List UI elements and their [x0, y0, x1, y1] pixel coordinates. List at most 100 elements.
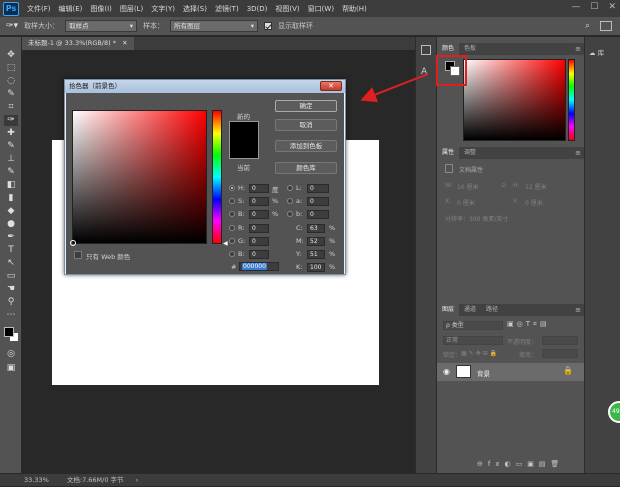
- hue-slider[interactable]: [212, 110, 222, 244]
- stamp-icon[interactable]: ⊥: [4, 154, 18, 165]
- history-brush-icon[interactable]: ✎: [4, 167, 18, 178]
- m-input[interactable]: 52: [307, 237, 325, 246]
- add-to-swatches-button[interactable]: 添加到色板: [275, 140, 337, 152]
- brush-icon[interactable]: ✎: [4, 141, 18, 152]
- color-panel-hue-slider[interactable]: [568, 59, 575, 141]
- more-icon[interactable]: ⋯: [4, 310, 18, 321]
- type-icon[interactable]: T: [4, 245, 18, 256]
- lab-b-input[interactable]: 0: [307, 210, 329, 219]
- a-radio[interactable]: [287, 198, 293, 204]
- b-input[interactable]: 0: [249, 210, 269, 219]
- tab-properties[interactable]: 属性: [437, 147, 460, 159]
- marquee-icon[interactable]: ⬚: [4, 63, 18, 74]
- lasso-icon[interactable]: ◌: [4, 76, 18, 87]
- zoom-level[interactable]: 33.33%: [24, 476, 49, 484]
- eraser-icon[interactable]: ◧: [4, 180, 18, 191]
- tab-color[interactable]: 颜色: [437, 43, 460, 55]
- c-input[interactable]: 63: [307, 224, 325, 233]
- layer-row[interactable]: ◉ 背景 🔒: [437, 363, 585, 381]
- s-radio[interactable]: [229, 198, 235, 204]
- menu-filter[interactable]: 滤镜(T): [211, 4, 243, 14]
- fg-bg-colors-icon[interactable]: [4, 327, 20, 343]
- dialog-title-bar[interactable]: 拾色器（前景色） ✕: [65, 80, 345, 93]
- show-ring-checkbox[interactable]: [264, 22, 273, 30]
- menu-3d[interactable]: 3D(D): [243, 5, 272, 13]
- b-radio[interactable]: [229, 211, 235, 217]
- web-colors-checkbox[interactable]: [74, 251, 82, 259]
- shape-icon[interactable]: ▭: [4, 271, 18, 282]
- lab-b-radio[interactable]: [287, 211, 293, 217]
- foreground-color-swatch[interactable]: [4, 327, 14, 337]
- tab-channels[interactable]: 通道: [459, 304, 481, 316]
- menu-edit[interactable]: 编辑(E): [55, 4, 87, 14]
- close-icon[interactable]: ✕: [608, 2, 616, 12]
- sample-size-select[interactable]: 取样点 ▾: [65, 20, 138, 32]
- rgb-b-radio[interactable]: [229, 251, 235, 257]
- fill-input[interactable]: [542, 349, 578, 358]
- menu-select[interactable]: 选择(S): [179, 4, 211, 14]
- healing-icon[interactable]: ✚: [4, 128, 18, 139]
- dodge-icon[interactable]: ●: [4, 219, 18, 230]
- minimize-icon[interactable]: —: [571, 2, 580, 12]
- menu-layer[interactable]: 图层(L): [116, 4, 147, 14]
- color-libraries-button[interactable]: 颜色库: [275, 162, 337, 174]
- panel-menu-icon[interactable]: ≡: [575, 43, 581, 55]
- gradient-icon[interactable]: ▮: [4, 193, 18, 204]
- pen-icon[interactable]: ✒: [4, 232, 18, 243]
- quick-select-icon[interactable]: ✎: [4, 89, 18, 100]
- color-picker-cursor[interactable]: [70, 240, 76, 246]
- dialog-close-button[interactable]: ✕: [320, 81, 342, 91]
- eye-icon[interactable]: ◉: [443, 367, 450, 376]
- rgb-b-input[interactable]: 0: [249, 250, 269, 259]
- hue-slider-thumb-icon[interactable]: ◀: [223, 240, 228, 247]
- search-icon[interactable]: ⌕: [585, 21, 590, 31]
- blend-mode-select[interactable]: 正常: [443, 336, 503, 345]
- document-tab[interactable]: 未标题-1 @ 33.3%(RGB/8) * ✕: [22, 37, 134, 50]
- tab-swatches[interactable]: 色板: [459, 43, 481, 55]
- saturation-brightness-field[interactable]: [70, 110, 207, 246]
- menu-view[interactable]: 视图(V): [271, 4, 303, 14]
- ok-button[interactable]: 确定: [275, 100, 337, 112]
- maximize-icon[interactable]: ☐: [590, 2, 598, 12]
- crop-icon[interactable]: ⌗: [4, 102, 18, 113]
- color-panel-field[interactable]: [463, 59, 566, 141]
- libraries-button[interactable]: ☁ 库: [589, 47, 604, 57]
- h-radio[interactable]: [229, 185, 235, 191]
- zoom-icon[interactable]: ⚲: [4, 297, 18, 308]
- tab-adjustments[interactable]: 调整: [459, 147, 481, 159]
- move-icon[interactable]: ✥: [4, 50, 18, 61]
- path-select-icon[interactable]: ↖: [4, 258, 18, 269]
- a-input[interactable]: 0: [307, 197, 329, 206]
- blur-icon[interactable]: ◆: [4, 206, 18, 217]
- tab-layers[interactable]: 图层: [437, 304, 460, 316]
- sample-select[interactable]: 所有图层 ▾: [170, 20, 259, 32]
- y-input[interactable]: 51: [307, 250, 325, 259]
- r-radio[interactable]: [229, 225, 235, 231]
- menu-window[interactable]: 窗口(W): [304, 4, 338, 14]
- cancel-button[interactable]: 取消: [275, 119, 337, 131]
- hex-input[interactable]: 000000: [239, 262, 279, 271]
- r-input[interactable]: 0: [249, 224, 269, 233]
- layer-filter-select[interactable]: ρ 类型: [443, 321, 503, 330]
- l-radio[interactable]: [287, 185, 293, 191]
- character-icon[interactable]: A: [421, 67, 427, 77]
- quickmask-icon[interactable]: ◎: [4, 349, 18, 360]
- menu-type[interactable]: 文字(Y): [147, 4, 179, 14]
- screenmode-icon[interactable]: ▣: [4, 363, 18, 374]
- tab-paths[interactable]: 路径: [481, 304, 503, 316]
- menu-file[interactable]: 文件(F): [23, 4, 55, 14]
- panel-menu-icon[interactable]: ≡: [575, 147, 581, 159]
- chevron-right-icon[interactable]: ›: [136, 476, 139, 484]
- close-icon[interactable]: ✕: [122, 39, 127, 47]
- g-input[interactable]: 0: [249, 237, 269, 246]
- menu-image[interactable]: 图像(I): [86, 4, 116, 14]
- h-input[interactable]: 0: [249, 184, 269, 193]
- s-input[interactable]: 0: [249, 197, 269, 206]
- g-radio[interactable]: [229, 238, 235, 244]
- l-input[interactable]: 0: [307, 184, 329, 193]
- eyedropper-preset-icon[interactable]: ✑▾: [6, 21, 18, 31]
- menu-help[interactable]: 帮助(H): [338, 4, 371, 14]
- opacity-input[interactable]: [542, 336, 578, 345]
- panel-menu-icon[interactable]: ≡: [575, 304, 581, 316]
- hand-icon[interactable]: ☚: [4, 284, 18, 295]
